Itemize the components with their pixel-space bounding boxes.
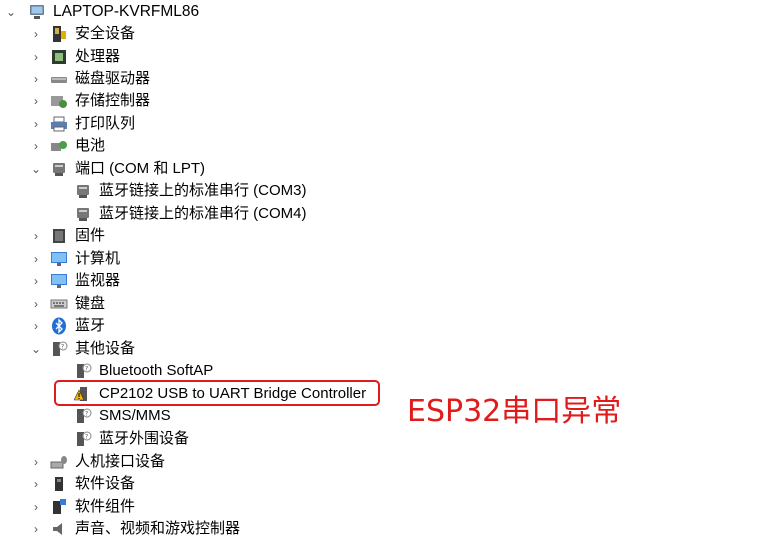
category-label: 打印队列 xyxy=(75,115,136,132)
chevron-right-icon[interactable]: › xyxy=(30,113,42,135)
chevron-down-icon[interactable]: ⌄ xyxy=(5,1,17,23)
chevron-right-icon[interactable]: › xyxy=(30,518,42,540)
chevron-right-icon[interactable]: › xyxy=(30,135,42,157)
chevron-down-icon[interactable]: ⌄ xyxy=(30,158,42,180)
annotation-text: ESP32串口异常 xyxy=(407,394,622,429)
battery-icon xyxy=(51,141,67,151)
category-label: 固件 xyxy=(75,227,106,244)
chevron-right-icon[interactable]: › xyxy=(30,225,42,247)
svg-text:?: ? xyxy=(85,434,88,441)
keyboard-icon xyxy=(50,299,68,309)
category-label: 监视器 xyxy=(75,272,121,289)
port-icon xyxy=(53,163,65,176)
chevron-right-icon[interactable]: › xyxy=(30,496,42,518)
processor-icon xyxy=(52,50,66,64)
computer-name: LAPTOP-KVRFML86 xyxy=(53,3,200,20)
category-label: 安全设备 xyxy=(75,25,136,42)
category-label: 端口 (COM 和 LPT) xyxy=(75,160,205,177)
category-label: 软件组件 xyxy=(75,498,136,515)
chevron-right-icon[interactable]: › xyxy=(30,473,42,495)
category-label: 蓝牙 xyxy=(75,317,106,334)
disk-drive-icon xyxy=(51,77,67,83)
svg-text:?: ? xyxy=(85,411,88,418)
chevron-right-icon[interactable]: › xyxy=(30,46,42,68)
chevron-right-icon[interactable]: › xyxy=(30,315,42,337)
category-label: 处理器 xyxy=(75,48,121,65)
unknown-device-icon: ? xyxy=(77,363,92,378)
chevron-right-icon[interactable]: › xyxy=(30,248,42,270)
port-icon xyxy=(77,208,89,221)
category-label: 磁盘驱动器 xyxy=(75,70,151,87)
device-label: SMS/MMS xyxy=(99,407,171,424)
software-device-icon xyxy=(55,477,63,491)
svg-text:?: ? xyxy=(85,366,88,373)
device-label: Bluetooth SoftAP xyxy=(99,362,214,379)
bluetooth-icon xyxy=(52,317,66,335)
device-label: 蓝牙外围设备 xyxy=(99,430,190,447)
svg-text:?: ? xyxy=(61,344,64,351)
storage-controller-icon xyxy=(51,96,67,108)
category-label: 键盘 xyxy=(75,295,106,312)
hid-icon xyxy=(50,456,67,469)
category-label: 电池 xyxy=(75,137,106,154)
unknown-device-icon: ? xyxy=(77,408,92,423)
category-label: 软件设备 xyxy=(75,475,136,492)
category-label: 人机接口设备 xyxy=(75,453,166,470)
unknown-device-icon: ? xyxy=(53,341,68,356)
printer-icon xyxy=(51,116,67,132)
category-label: 计算机 xyxy=(75,250,121,267)
chevron-right-icon[interactable]: › xyxy=(30,451,42,473)
device-label: 蓝牙链接上的标准串行 (COM3) xyxy=(99,182,307,199)
chevron-right-icon[interactable]: › xyxy=(30,68,42,90)
category-label: 存储控制器 xyxy=(75,92,151,109)
error-highlight-box xyxy=(54,380,380,406)
speaker-icon xyxy=(53,523,62,535)
chevron-right-icon[interactable]: › xyxy=(30,293,42,315)
computer-icon xyxy=(30,5,44,19)
security-device-icon xyxy=(53,26,66,42)
monitor-icon xyxy=(51,274,67,288)
chevron-down-icon[interactable]: ⌄ xyxy=(30,338,42,360)
device-label: 蓝牙链接上的标准串行 (COM4) xyxy=(99,205,307,222)
chevron-right-icon[interactable]: › xyxy=(30,23,42,45)
firmware-icon xyxy=(53,229,65,243)
monitor-icon xyxy=(51,252,67,266)
port-icon xyxy=(77,185,89,198)
chevron-right-icon[interactable]: › xyxy=(30,270,42,292)
chevron-right-icon[interactable]: › xyxy=(30,90,42,112)
category-label: 声音、视频和游戏控制器 xyxy=(75,520,241,537)
software-component-icon xyxy=(53,499,66,514)
unknown-device-icon: ? xyxy=(77,431,92,446)
category-label: 其他设备 xyxy=(75,340,136,357)
